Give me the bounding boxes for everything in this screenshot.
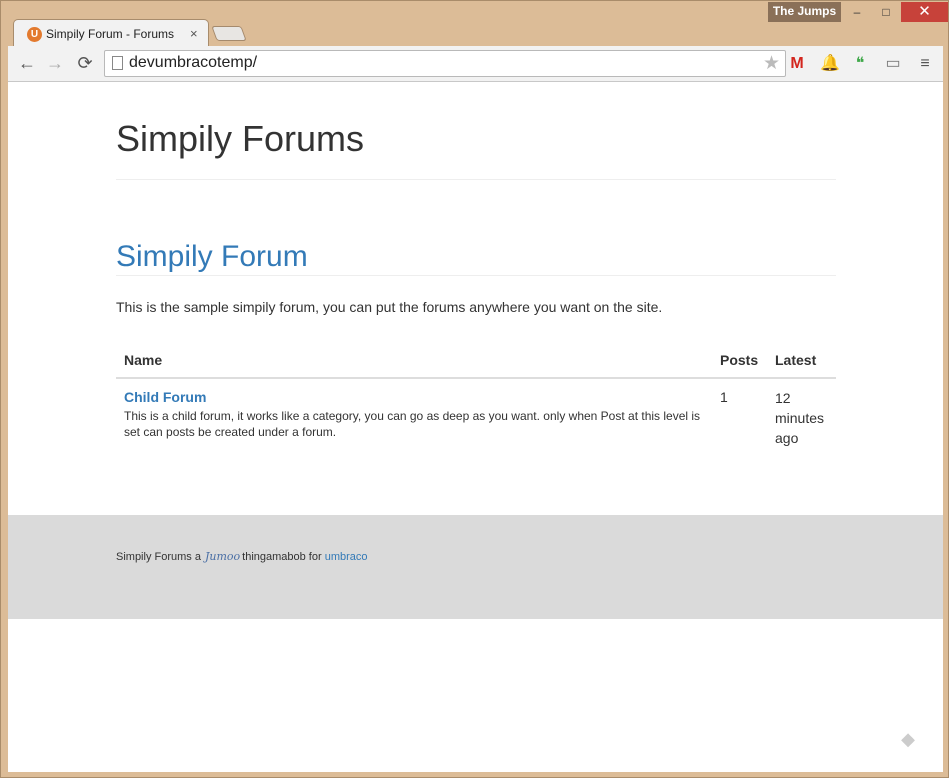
gmail-icon[interactable]: M [786, 53, 808, 75]
forum-heading[interactable]: Simpily Forum [116, 240, 836, 274]
new-tab-button[interactable] [211, 26, 247, 41]
child-forum-link[interactable]: Child Forum [124, 389, 206, 405]
umbraco-link[interactable]: umbraco [325, 551, 368, 563]
table-row: Child Forum This is a child forum, it wo… [116, 379, 836, 459]
site-title: Simpily Forums [116, 118, 365, 159]
footer-middle: thingamabob for [242, 551, 322, 563]
title-divider [116, 179, 836, 180]
close-window-button[interactable]: ✕ [901, 2, 948, 22]
menu-icon[interactable]: ≡ [914, 53, 936, 75]
post-count: 1 [720, 389, 728, 405]
column-header-latest: Latest [775, 352, 817, 368]
url-text[interactable]: devumbracotemp/ [129, 54, 257, 72]
browser-window: The Jumps – □ ✕ U Simpily Forum - Forums… [0, 0, 949, 778]
browser-toolbar: ← → ⟳ devumbracotemp/ ★ M 🔔 ❝ ▭ ≡ [8, 46, 943, 82]
notification-bell-icon[interactable]: 🔔 [819, 53, 841, 75]
feedly-icon[interactable]: ◆ [896, 727, 920, 751]
reload-icon[interactable]: ⟳ [74, 52, 96, 74]
hangouts-icon[interactable]: ❝ [849, 53, 871, 75]
cast-icon[interactable]: ▭ [882, 53, 904, 75]
umbraco-favicon-icon: U [27, 27, 42, 42]
forward-icon[interactable]: → [44, 52, 66, 74]
footer-prefix: Simpily Forums a [116, 551, 201, 563]
browser-tab[interactable]: U Simpily Forum - Forums × [13, 19, 209, 47]
column-header-name: Name [124, 352, 163, 368]
page-viewport: Simpily Forums Simpily Forum This is the… [8, 82, 943, 772]
column-header-posts: Posts [720, 352, 759, 368]
heading-divider [116, 275, 836, 276]
page-icon [112, 56, 123, 70]
profile-badge[interactable]: The Jumps [768, 2, 841, 22]
maximize-button[interactable]: □ [871, 2, 901, 22]
jumoo-logo[interactable]: Jumoo [205, 550, 240, 563]
forum-intro: This is the sample simpily forum, you ca… [116, 299, 663, 315]
back-icon[interactable]: ← [16, 52, 38, 74]
tab-close-icon[interactable]: × [190, 26, 198, 41]
footer-text: Simpily Forums a Jumoo thingamabob for umb… [116, 550, 368, 563]
page-footer: Simpily Forums a Jumoo thingamabob for umb… [8, 515, 943, 619]
latest-post-time: 12 minutes ago [775, 390, 825, 446]
bookmark-star-icon[interactable]: ★ [763, 52, 780, 75]
forum-description: This is a child forum, it works like a c… [124, 409, 701, 439]
tab-title: Simpily Forum - Forums [46, 27, 175, 41]
minimize-button[interactable]: – [843, 2, 871, 22]
address-bar[interactable]: devumbracotemp/ ★ [104, 50, 786, 77]
